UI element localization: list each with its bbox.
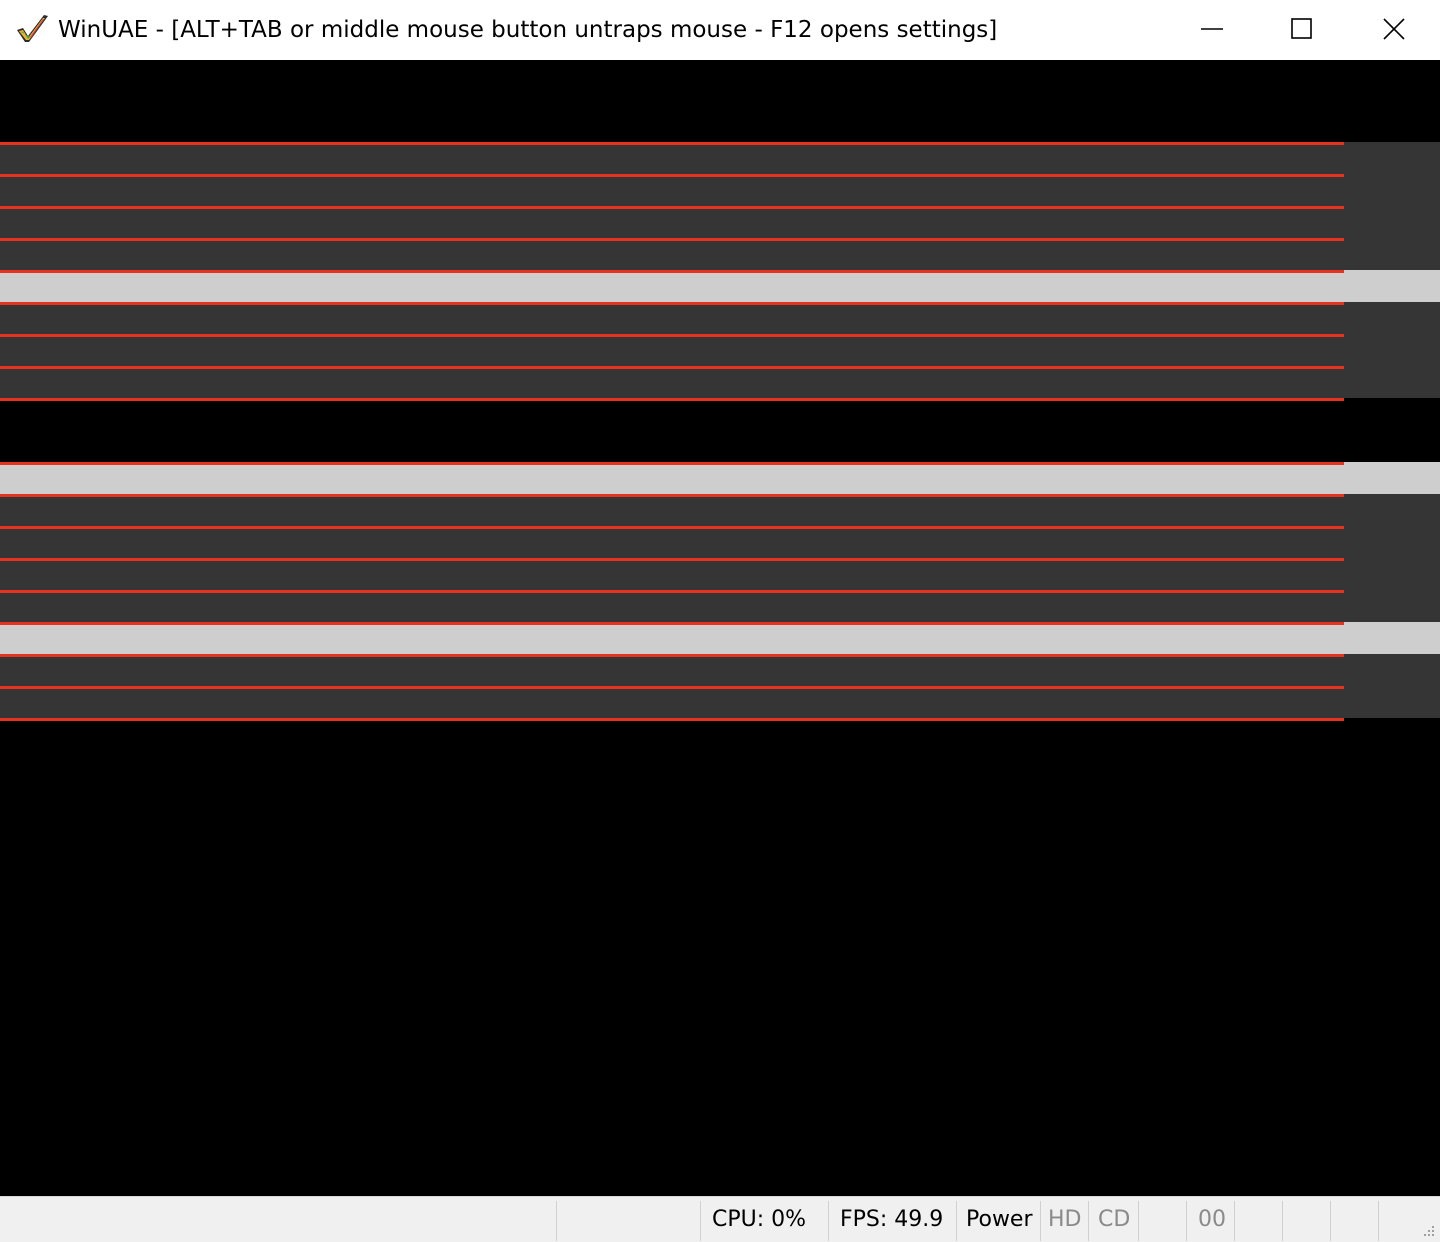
copper-stripes: [0, 142, 1440, 721]
close-icon: [1383, 18, 1405, 40]
status-separator: [828, 1201, 829, 1241]
status-bar: CPU: 0% FPS: 49.9 Power HD CD 00: [0, 1196, 1440, 1242]
minimize-button[interactable]: [1166, 0, 1258, 58]
power-indicator[interactable]: Power: [966, 1206, 1033, 1234]
status-separator: [556, 1201, 557, 1241]
status-separator: [1282, 1201, 1283, 1241]
hd-indicator[interactable]: HD: [1048, 1206, 1081, 1234]
status-separator: [1378, 1201, 1379, 1241]
emulator-display[interactable]: [0, 60, 1440, 1196]
floppy-drive-indicator[interactable]: 00: [1198, 1206, 1226, 1234]
window-title: WinUAE - [ALT+TAB or middle mouse button…: [58, 17, 998, 43]
maximize-icon: [1291, 18, 1312, 39]
status-separator: [1138, 1201, 1139, 1241]
status-separator: [1234, 1201, 1235, 1241]
winuae-window: WinUAE - [ALT+TAB or middle mouse button…: [0, 0, 1440, 1242]
resize-grip-icon[interactable]: [1420, 1222, 1436, 1238]
title-bar[interactable]: WinUAE - [ALT+TAB or middle mouse button…: [0, 0, 1440, 60]
maximize-button[interactable]: [1256, 0, 1348, 58]
close-button[interactable]: [1348, 0, 1440, 58]
status-separator: [1186, 1201, 1187, 1241]
status-separator: [956, 1201, 957, 1241]
status-separator: [1330, 1201, 1331, 1241]
winuae-checkmark-icon: [17, 15, 48, 42]
status-separator: [700, 1201, 701, 1241]
cd-indicator[interactable]: CD: [1098, 1206, 1130, 1234]
status-separator: [1040, 1201, 1041, 1241]
minimize-icon: [1201, 28, 1223, 30]
fps-counter: FPS: 49.9: [840, 1207, 944, 1232]
cpu-usage: CPU: 0%: [712, 1207, 807, 1232]
status-separator: [1088, 1201, 1089, 1241]
